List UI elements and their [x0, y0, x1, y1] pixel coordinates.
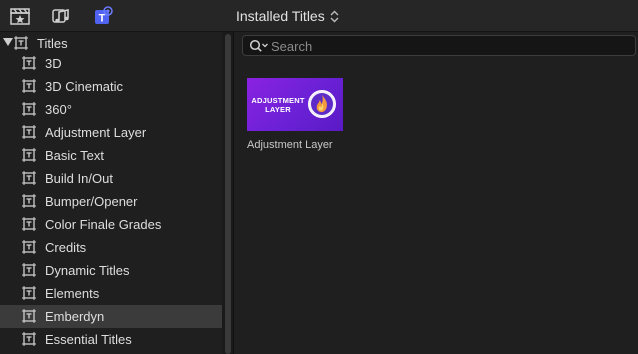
sidebar-item-label: Build In/Out	[45, 171, 113, 186]
sidebar-item-label: Emberdyn	[45, 309, 105, 324]
browser-title-label: Installed Titles	[236, 8, 325, 24]
sidebar-item-label: Essential Titles	[45, 332, 132, 347]
disclosure-triangle-icon[interactable]	[3, 38, 13, 46]
clapper-star-icon[interactable]	[9, 5, 31, 27]
sidebar-item-label: Color Finale Grades	[45, 217, 162, 232]
sidebar-item-label: 360°	[45, 102, 72, 117]
titles-category-icon	[22, 125, 36, 139]
browser-toolbar: T Installed Titles	[0, 0, 638, 32]
svg-text:T: T	[99, 13, 106, 25]
emberdyn-logo-icon	[307, 89, 337, 119]
titles-category-icon	[22, 148, 36, 162]
titles-browser: ADJUSTMENT LAYER Adjustment Layer	[234, 32, 638, 354]
sidebar-item-color-finale-grades[interactable]: Color Finale Grades	[0, 213, 222, 236]
thumbnail-text-line: LAYER	[265, 105, 291, 114]
sidebar-item-elements[interactable]: Elements	[0, 282, 222, 305]
sidebar-item-label: 3D	[45, 56, 62, 71]
titles-category-icon	[14, 36, 28, 50]
titles-category-icon	[22, 56, 36, 70]
titles-category-icon	[22, 79, 36, 93]
sidebar-item-emberdyn[interactable]: Emberdyn	[0, 305, 222, 328]
sidebar-item-label: Credits	[45, 240, 87, 255]
sidebar-item-label: Dynamic Titles	[45, 263, 130, 278]
sidebar-item-3d[interactable]: 3D	[0, 52, 222, 75]
titles-category-icon	[22, 263, 36, 277]
installed-titles-menu[interactable]: Installed Titles	[236, 7, 339, 25]
title-caption: Adjustment Layer	[247, 139, 333, 151]
sidebar-scrollbar-thumb[interactable]	[225, 34, 231, 354]
sidebar-item-basic-text[interactable]: Basic Text	[0, 144, 222, 167]
titles-category-icon	[22, 102, 36, 116]
updown-chevron-icon	[330, 10, 339, 23]
title-thumbnail-card[interactable]: ADJUSTMENT LAYER Adjustment Layer	[247, 78, 343, 151]
title-thumbnail[interactable]: ADJUSTMENT LAYER	[247, 78, 343, 131]
sidebar-item-label: Elements	[45, 286, 100, 301]
search-field[interactable]	[242, 35, 636, 56]
thumbnail-text-line: ADJUSTMENT	[251, 96, 305, 105]
titles-category-icon	[22, 240, 36, 254]
sidebar-item-bumper-opener[interactable]: Bumper/Opener	[0, 190, 222, 213]
sidebar-item-adjustment-layer[interactable]: Adjustment Layer	[0, 121, 222, 144]
sidebar-item-label: Titles	[37, 36, 68, 51]
search-input[interactable]	[269, 37, 633, 56]
sidebar-item-build-in-out[interactable]: Build In/Out	[0, 167, 222, 190]
titles-t-icon[interactable]: T	[92, 5, 114, 27]
sidebar-item-3d-cinematic[interactable]: 3D Cinematic	[0, 75, 222, 98]
sidebar-item-dynamic-titles[interactable]: Dynamic Titles	[0, 259, 222, 282]
sidebar: Titles 3D 3D Cinematic 360° Adjustment Laye…	[0, 32, 222, 354]
music-note-icon[interactable]	[50, 5, 72, 27]
sidebar-item-360[interactable]: 360°	[0, 98, 222, 121]
titles-category-icon	[22, 286, 36, 300]
titles-category-icon	[22, 217, 36, 231]
titles-category-icon	[22, 194, 36, 208]
sidebar-item-label: Basic Text	[45, 148, 105, 163]
search-icon[interactable]	[249, 39, 269, 53]
sidebar-item-credits[interactable]: Credits	[0, 236, 222, 259]
titles-category-icon	[22, 332, 36, 346]
titles-category-icon	[22, 171, 36, 185]
titles-category-icon	[22, 309, 36, 323]
sidebar-item-label: Bumper/Opener	[45, 194, 138, 209]
sidebar-item-label: 3D Cinematic	[45, 79, 124, 94]
sidebar-item-label: Adjustment Layer	[45, 125, 147, 140]
sidebar-item-essential-titles[interactable]: Essential Titles	[0, 328, 222, 351]
